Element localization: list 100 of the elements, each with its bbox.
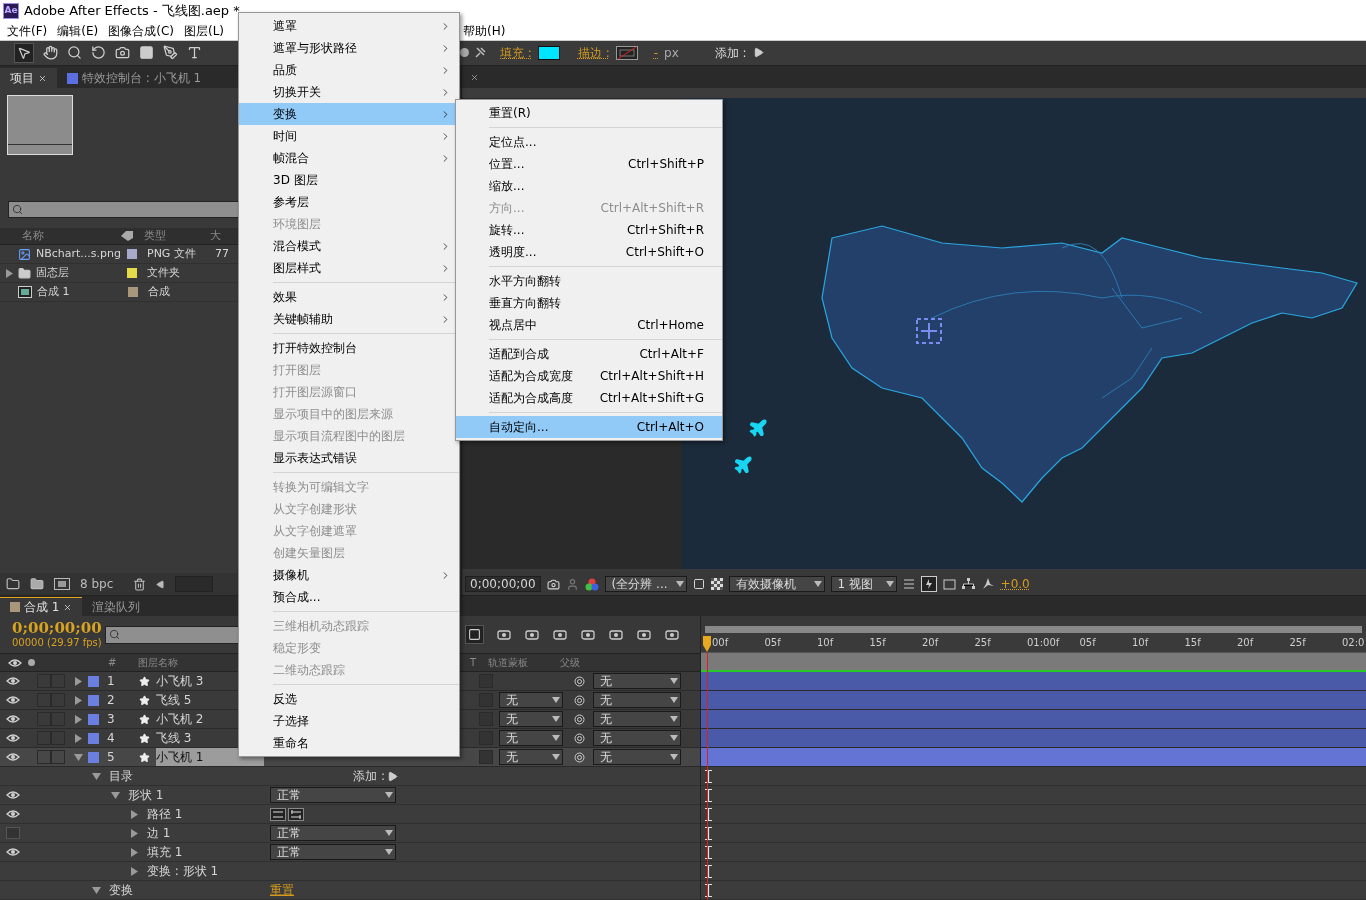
property-row[interactable]: 形状 1 正常	[0, 786, 700, 805]
menu-item[interactable]: 预合成...	[239, 586, 459, 608]
menu-item[interactable]: 摄像机	[239, 564, 459, 586]
color-channels-icon[interactable]	[584, 577, 599, 591]
scroll-left-icon[interactable]	[156, 579, 166, 589]
parent-dropdown[interactable]: 无	[593, 749, 681, 765]
menu-item[interactable]: 缩放...	[456, 175, 722, 197]
parent-dropdown[interactable]: 无	[593, 730, 681, 746]
fill-label[interactable]: 填充 :	[500, 43, 532, 62]
pick-whip-icon[interactable]	[574, 713, 585, 725]
view-layout-dropdown[interactable]: 1 视图	[830, 576, 897, 592]
menu-item[interactable]: 重置(R)	[456, 102, 722, 124]
exposure-icon[interactable]	[980, 577, 995, 591]
hand-tool-icon[interactable]	[43, 45, 58, 61]
menu-item[interactable]: 切换开关	[239, 81, 459, 103]
reset-link[interactable]: 重置	[270, 881, 294, 899]
menu-item[interactable]: 3D 图层	[239, 169, 459, 191]
panel-tab[interactable]: 项目	[0, 68, 57, 88]
eye-icon[interactable]	[6, 809, 20, 819]
column-header[interactable]: 类型	[134, 227, 208, 245]
stroke-label[interactable]: 描边 :	[577, 43, 610, 62]
label-color-swatch[interactable]	[88, 751, 99, 763]
panel-tab[interactable]: 合成 1	[0, 597, 83, 616]
eye-icon[interactable]	[6, 676, 20, 686]
pick-whip-icon[interactable]	[574, 694, 585, 706]
label-color-swatch[interactable]	[88, 694, 99, 706]
eye-icon[interactable]	[6, 790, 20, 800]
property-row[interactable]: 变换 : 形状 1	[0, 862, 700, 881]
pick-whip-icon[interactable]	[574, 751, 585, 763]
trash-icon[interactable]	[133, 577, 147, 591]
property-row[interactable]: 路径 1	[0, 805, 700, 824]
panel-tab[interactable]: 特效控制台 : 小飞机 1	[57, 68, 212, 88]
current-time-display[interactable]: 0;00;00;00	[12, 621, 105, 636]
interpret-footage-icon[interactable]	[6, 577, 20, 591]
label-color-swatch[interactable]	[128, 287, 138, 297]
collapsed-triangle-icon[interactable]	[130, 847, 139, 857]
exposure-value[interactable]: +0.0	[1000, 575, 1030, 593]
menu-item[interactable]: 遮罩与形状路径	[239, 37, 459, 59]
new-folder-icon[interactable]	[30, 577, 44, 591]
track-matte-dropdown[interactable]: 无	[499, 692, 563, 708]
path-direction-icon[interactable]	[270, 807, 286, 821]
pen-tool-icon[interactable]	[163, 45, 178, 61]
panel-tab[interactable]: 渲染队列	[82, 597, 151, 616]
menu-item[interactable]: 适配到合成 Ctrl+Alt+F	[456, 343, 722, 365]
column-header[interactable]: 名称	[0, 227, 120, 245]
label-color-swatch[interactable]	[127, 268, 137, 278]
label-color-swatch[interactable]	[88, 675, 99, 687]
menu-item[interactable]: 帧混合	[239, 147, 459, 169]
track-matte-dropdown[interactable]: 无	[499, 730, 563, 746]
parent-dropdown[interactable]: 无	[593, 692, 681, 708]
checkerboard-icon[interactable]	[710, 578, 723, 590]
eye-icon[interactable]	[6, 847, 20, 857]
region-of-interest-icon[interactable]	[692, 578, 705, 590]
blend-mode-dropdown[interactable]: 正常	[270, 844, 396, 860]
menu-bar-item[interactable]: 图层(L)	[178, 21, 230, 40]
menu-bar-item[interactable]: 编辑(E)	[52, 21, 104, 40]
menu-item[interactable]: 打开特效控制台	[239, 337, 459, 359]
eye-icon[interactable]	[6, 714, 20, 724]
eye-icon[interactable]	[6, 752, 20, 762]
menu-bar-item[interactable]: 帮助(H)	[460, 21, 509, 40]
rotate-tool-icon[interactable]	[91, 45, 106, 61]
timeline-icon[interactable]	[942, 578, 956, 590]
menu-item[interactable]: 反选	[239, 688, 459, 710]
collapsed-triangle-icon[interactable]	[74, 695, 83, 705]
menu-item[interactable]: 遮罩	[239, 15, 459, 37]
eye-icon[interactable]	[8, 657, 22, 668]
eye-icon[interactable]	[6, 733, 20, 743]
bit-depth-button[interactable]: 8 bpc	[80, 575, 114, 593]
add-play-icon[interactable]	[752, 47, 764, 59]
menu-item[interactable]: 品质	[239, 59, 459, 81]
pick-whip-icon[interactable]	[574, 732, 585, 744]
lock-toggle[interactable]	[51, 750, 65, 764]
collapsed-triangle-icon[interactable]	[130, 828, 139, 838]
close-icon[interactable]	[470, 72, 479, 82]
track-matte-dropdown[interactable]: 无	[499, 749, 563, 765]
fast-preview-icon[interactable]	[920, 576, 937, 592]
eye-icon[interactable]	[6, 695, 20, 705]
blend-mode-dropdown[interactable]: 正常	[270, 825, 396, 841]
menu-item[interactable]: 适配为合成宽度 Ctrl+Alt+Shift+H	[456, 365, 722, 387]
path-direction-icon[interactable]	[288, 807, 304, 821]
collapsed-triangle-icon[interactable]	[74, 714, 83, 724]
property-row[interactable]: 变换 重置	[0, 881, 700, 900]
fill-color-swatch[interactable]	[537, 45, 560, 60]
menu-item[interactable]: 自动定向... Ctrl+Alt+O	[456, 416, 722, 438]
timecode-field[interactable]: 0;00;00;00	[465, 576, 541, 592]
menu-item[interactable]: 适配为合成高度 Ctrl+Alt+Shift+G	[456, 387, 722, 409]
menu-bar-item[interactable]: 图像合成(C)	[103, 21, 179, 40]
close-icon[interactable]	[38, 73, 47, 83]
label-color-swatch[interactable]	[88, 732, 99, 744]
menu-item[interactable]: 旋转... Ctrl+Shift+R	[456, 219, 722, 241]
snapshot-icon[interactable]	[546, 577, 560, 591]
solo-toggle[interactable]	[37, 750, 51, 764]
preserve-transparency-toggle[interactable]	[479, 750, 493, 764]
collapsed-triangle-icon[interactable]	[4, 268, 14, 278]
menu-item[interactable]: 视点居中 Ctrl+Home	[456, 314, 722, 336]
zoom-tool-icon[interactable]	[67, 45, 82, 61]
camera-tool-icon[interactable]	[115, 45, 130, 61]
expanded-triangle-icon[interactable]	[92, 771, 101, 781]
blend-mode-dropdown[interactable]: 正常	[270, 787, 396, 803]
pin-icon[interactable]	[475, 47, 486, 59]
